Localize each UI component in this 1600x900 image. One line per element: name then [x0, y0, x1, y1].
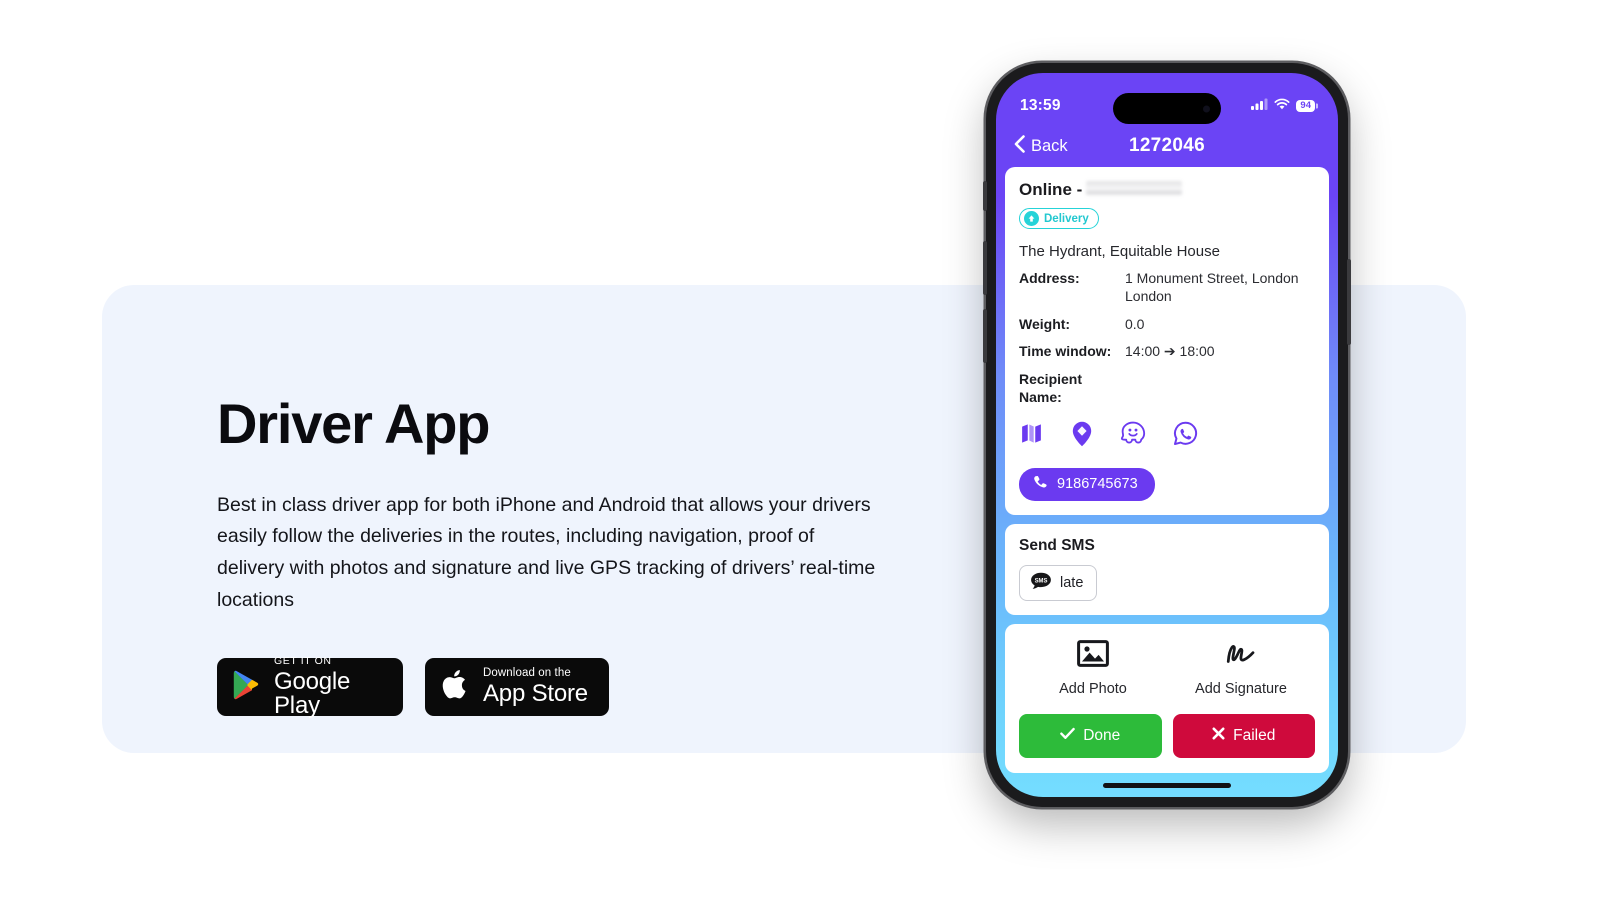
sms-template-label: late [1060, 574, 1084, 591]
status-bar: 13:59 94 [996, 73, 1338, 125]
home-indicator[interactable] [1103, 783, 1231, 788]
done-button[interactable]: Done [1019, 713, 1162, 758]
order-details-card: Online - Delivery The Hydrant, Equitable… [1005, 167, 1329, 515]
app-store-badge-small: Download on the [483, 666, 571, 679]
cross-icon [1212, 727, 1225, 745]
order-title-prefix: Online - [1019, 180, 1083, 199]
cellular-signal-icon [1251, 97, 1268, 115]
detail-row-time-window: Time window: 14:00 ➔ 18:00 [1019, 342, 1315, 360]
hero-content: Driver App Best in class driver app for … [217, 392, 897, 719]
status-bar-time: 13:59 [1020, 97, 1061, 114]
proof-actions: Add Photo Add Signature [1019, 639, 1315, 697]
wifi-icon [1274, 97, 1290, 115]
detail-row-weight: Weight: 0.0 [1019, 315, 1315, 333]
app-content: Online - Delivery The Hydrant, Equitable… [996, 167, 1338, 797]
detail-row-address: Address: 1 Monument Street, London Londo… [1019, 269, 1315, 306]
detail-row-recipient-name: Recipient Name: [1019, 370, 1315, 407]
google-play-badge-small: GET IT ON [274, 655, 332, 668]
sms-bubble-icon: SMS [1030, 572, 1052, 594]
phone-screen: 13:59 94 Back 1272046 Online - Delivery … [996, 73, 1338, 797]
order-title: Online - [1019, 180, 1315, 200]
call-recipient-button[interactable]: 9186745673 [1019, 467, 1155, 501]
send-sms-card: Send SMS SMS late [1005, 523, 1329, 615]
check-icon [1060, 727, 1076, 745]
status-badge-delivery[interactable]: Delivery [1019, 208, 1099, 229]
add-photo-button[interactable]: Add Photo [1019, 639, 1167, 697]
google-play-badge-large: Google Play [274, 667, 351, 719]
battery-indicator: 94 [1296, 99, 1315, 113]
phone-volume-down-button [983, 309, 987, 363]
order-title-redacted-value [1086, 181, 1183, 196]
detail-value: 0.0 [1125, 315, 1145, 332]
sms-template-late-button[interactable]: SMS late [1019, 564, 1098, 601]
whatsapp-icon[interactable] [1173, 421, 1198, 451]
chevron-left-icon [1014, 134, 1025, 158]
send-sms-title: Send SMS [1019, 536, 1095, 554]
google-maps-pin-icon[interactable] [1070, 421, 1094, 452]
add-photo-label: Add Photo [1059, 680, 1127, 697]
apple-logo-icon [441, 668, 469, 706]
signature-icon [1224, 640, 1258, 672]
place-name: The Hydrant, Equitable House [1019, 243, 1220, 260]
detail-label: Recipient Name: [1019, 370, 1083, 406]
detail-label: Address: [1019, 270, 1080, 286]
navigation-icon-row [1019, 421, 1315, 452]
detail-value: 1 Monument Street, London London [1125, 270, 1299, 305]
phone-volume-up-button [983, 241, 987, 295]
app-store-badge-large: App Store [483, 680, 588, 708]
back-button-label: Back [1031, 136, 1068, 155]
waze-icon[interactable] [1120, 421, 1147, 451]
recipient-phone-number: 9186745673 [1057, 476, 1138, 493]
google-play-icon [233, 670, 260, 705]
back-button[interactable]: Back [1014, 134, 1068, 158]
store-badges: GET IT ON Google Play Download on the Ap… [217, 655, 897, 719]
phone-silent-switch [983, 181, 987, 211]
page-title: Driver App [217, 392, 490, 455]
app-nav-bar: Back 1272046 [996, 125, 1338, 167]
add-signature-label: Add Signature [1195, 680, 1287, 697]
map-icon[interactable] [1019, 421, 1044, 451]
add-signature-button[interactable]: Add Signature [1167, 640, 1315, 697]
result-buttons: Done Failed [1019, 713, 1315, 758]
failed-button-label: Failed [1233, 726, 1276, 744]
status-badge-label: Delivery [1044, 212, 1089, 225]
status-bar-indicators: 94 [1251, 97, 1315, 115]
detail-value: 14:00 ➔ 18:00 [1125, 343, 1215, 360]
app-store-badge[interactable]: Download on the App Store [425, 658, 609, 717]
page-description: Best in class driver app for both iPhone… [217, 493, 876, 611]
detail-label: Weight: [1019, 315, 1071, 332]
phone-mockup: 13:59 94 Back 1272046 Online - Delivery … [983, 63, 1351, 807]
proof-of-delivery-card: Add Photo Add Signature Done Failed [1005, 623, 1329, 773]
detail-label: Time window: [1019, 343, 1112, 360]
phone-power-button [1347, 259, 1351, 345]
google-play-badge[interactable]: GET IT ON Google Play [217, 655, 403, 719]
failed-button[interactable]: Failed [1172, 713, 1315, 758]
svg-text:SMS: SMS [1035, 578, 1048, 584]
done-button-label: Done [1083, 726, 1121, 744]
arrow-up-circle-icon [1024, 211, 1039, 226]
photo-icon [1077, 639, 1109, 672]
phone-handset-icon [1033, 475, 1048, 494]
